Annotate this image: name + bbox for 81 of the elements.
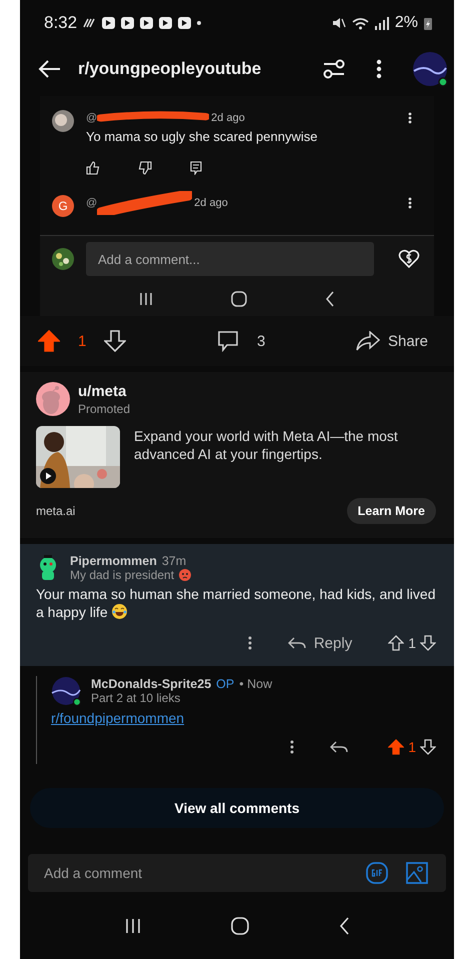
subreddit-title: r/youngpeopleyoutube — [78, 59, 262, 79]
learn-more-button[interactable]: Learn More — [346, 498, 436, 524]
filter-icon[interactable] — [322, 58, 346, 80]
comment-author: McDonalds-Sprite25 — [91, 677, 212, 691]
view-all-comments-button[interactable]: View all comments — [30, 788, 444, 828]
home-icon — [231, 291, 247, 307]
back-icon[interactable] — [339, 916, 349, 934]
reply-icon — [190, 161, 202, 175]
more-options-icon[interactable] — [376, 58, 382, 80]
downvote-button[interactable] — [420, 635, 436, 651]
play-icon — [178, 17, 192, 29]
avatar-icon — [52, 110, 74, 132]
heart-dollar-icon — [398, 249, 420, 269]
signal-icon — [374, 16, 389, 30]
ad-domain: meta.ai — [36, 504, 76, 518]
comment-count: 3 — [256, 332, 266, 350]
thumbs-up-icon — [86, 161, 100, 175]
upvote-button[interactable] — [388, 739, 404, 755]
avatar-icon — [52, 248, 74, 270]
battery-level: 2% — [394, 14, 418, 32]
user-flair: Part 2 at 10 lieks — [91, 691, 182, 705]
recent-apps-icon[interactable] — [125, 918, 141, 934]
comment-handle: @ — [86, 112, 98, 124]
avatar-letter: G — [52, 195, 74, 217]
user-avatar[interactable] — [412, 51, 448, 87]
play-icon — [121, 17, 134, 29]
wifi-icon — [352, 16, 369, 30]
angry-face-icon — [179, 569, 192, 581]
dot-icon — [197, 21, 202, 25]
reply-icon — [288, 637, 306, 649]
comments-icon[interactable] — [216, 330, 239, 352]
more-options-icon[interactable] — [290, 740, 294, 754]
comment-time: • Now — [239, 677, 272, 691]
share-icon — [356, 331, 380, 351]
play-icon — [140, 17, 154, 29]
battery-icon — [424, 16, 432, 30]
home-icon[interactable] — [231, 916, 249, 934]
comment-handle: @ — [86, 197, 98, 209]
more-options-icon[interactable] — [248, 636, 252, 650]
reply-icon[interactable] — [330, 741, 348, 753]
comment-time: 37m — [162, 554, 186, 568]
op-label: OP — [216, 677, 234, 691]
comment-input[interactable]: Add a comment — [28, 864, 348, 882]
comment-input[interactable]: Add a comment... — [86, 242, 374, 276]
ad-text: Expand your world with Meta AI—the most advanced AI at your fingertips. — [134, 427, 399, 464]
back-button[interactable] — [38, 59, 62, 79]
user-flair: My dad is president — [70, 568, 174, 582]
play-icon — [159, 17, 172, 29]
recent-apps-icon — [139, 292, 153, 306]
promoted-label: Promoted — [78, 402, 130, 416]
comment-field[interactable]: Add a comment — [28, 854, 446, 892]
stripes-icon — [83, 18, 96, 28]
comment-author: Pipermommen — [70, 554, 157, 568]
gif-icon[interactable] — [366, 862, 388, 884]
more-options-icon — [408, 112, 412, 124]
upvote-button[interactable] — [388, 635, 404, 651]
thumbs-down-icon — [138, 161, 152, 175]
play-icon — [40, 468, 56, 484]
user-avatar — [51, 676, 81, 706]
downvote-button[interactable] — [420, 739, 436, 755]
image-icon[interactable] — [406, 862, 428, 884]
play-icon — [102, 17, 116, 29]
subreddit-link[interactable]: r/foundpipermommen — [51, 710, 184, 726]
vote-count: 1 — [408, 635, 416, 651]
share-button[interactable]: Share — [356, 331, 428, 351]
comment-text: Your mama so human she married someone, had kids, and lived a happy life — [36, 586, 436, 620]
reply-button[interactable]: Reply — [288, 634, 352, 652]
more-options-icon — [408, 197, 412, 209]
downvote-button[interactable] — [104, 330, 126, 352]
comment-time: 2d ago — [211, 112, 245, 124]
comment-time: 2d ago — [194, 197, 228, 209]
ad-username: u/meta — [78, 382, 128, 400]
mute-icon — [332, 17, 346, 29]
vote-count: 1 — [408, 739, 416, 755]
back-icon — [325, 291, 335, 307]
laughing-face-icon — [112, 604, 126, 619]
status-time: 8:32 — [44, 13, 78, 33]
upvote-button[interactable] — [38, 330, 60, 352]
snoo-avatar-icon — [36, 382, 70, 416]
comment-text: Yo mama so ugly she scared pennywise — [86, 129, 318, 144]
vote-count: 1 — [78, 332, 86, 350]
